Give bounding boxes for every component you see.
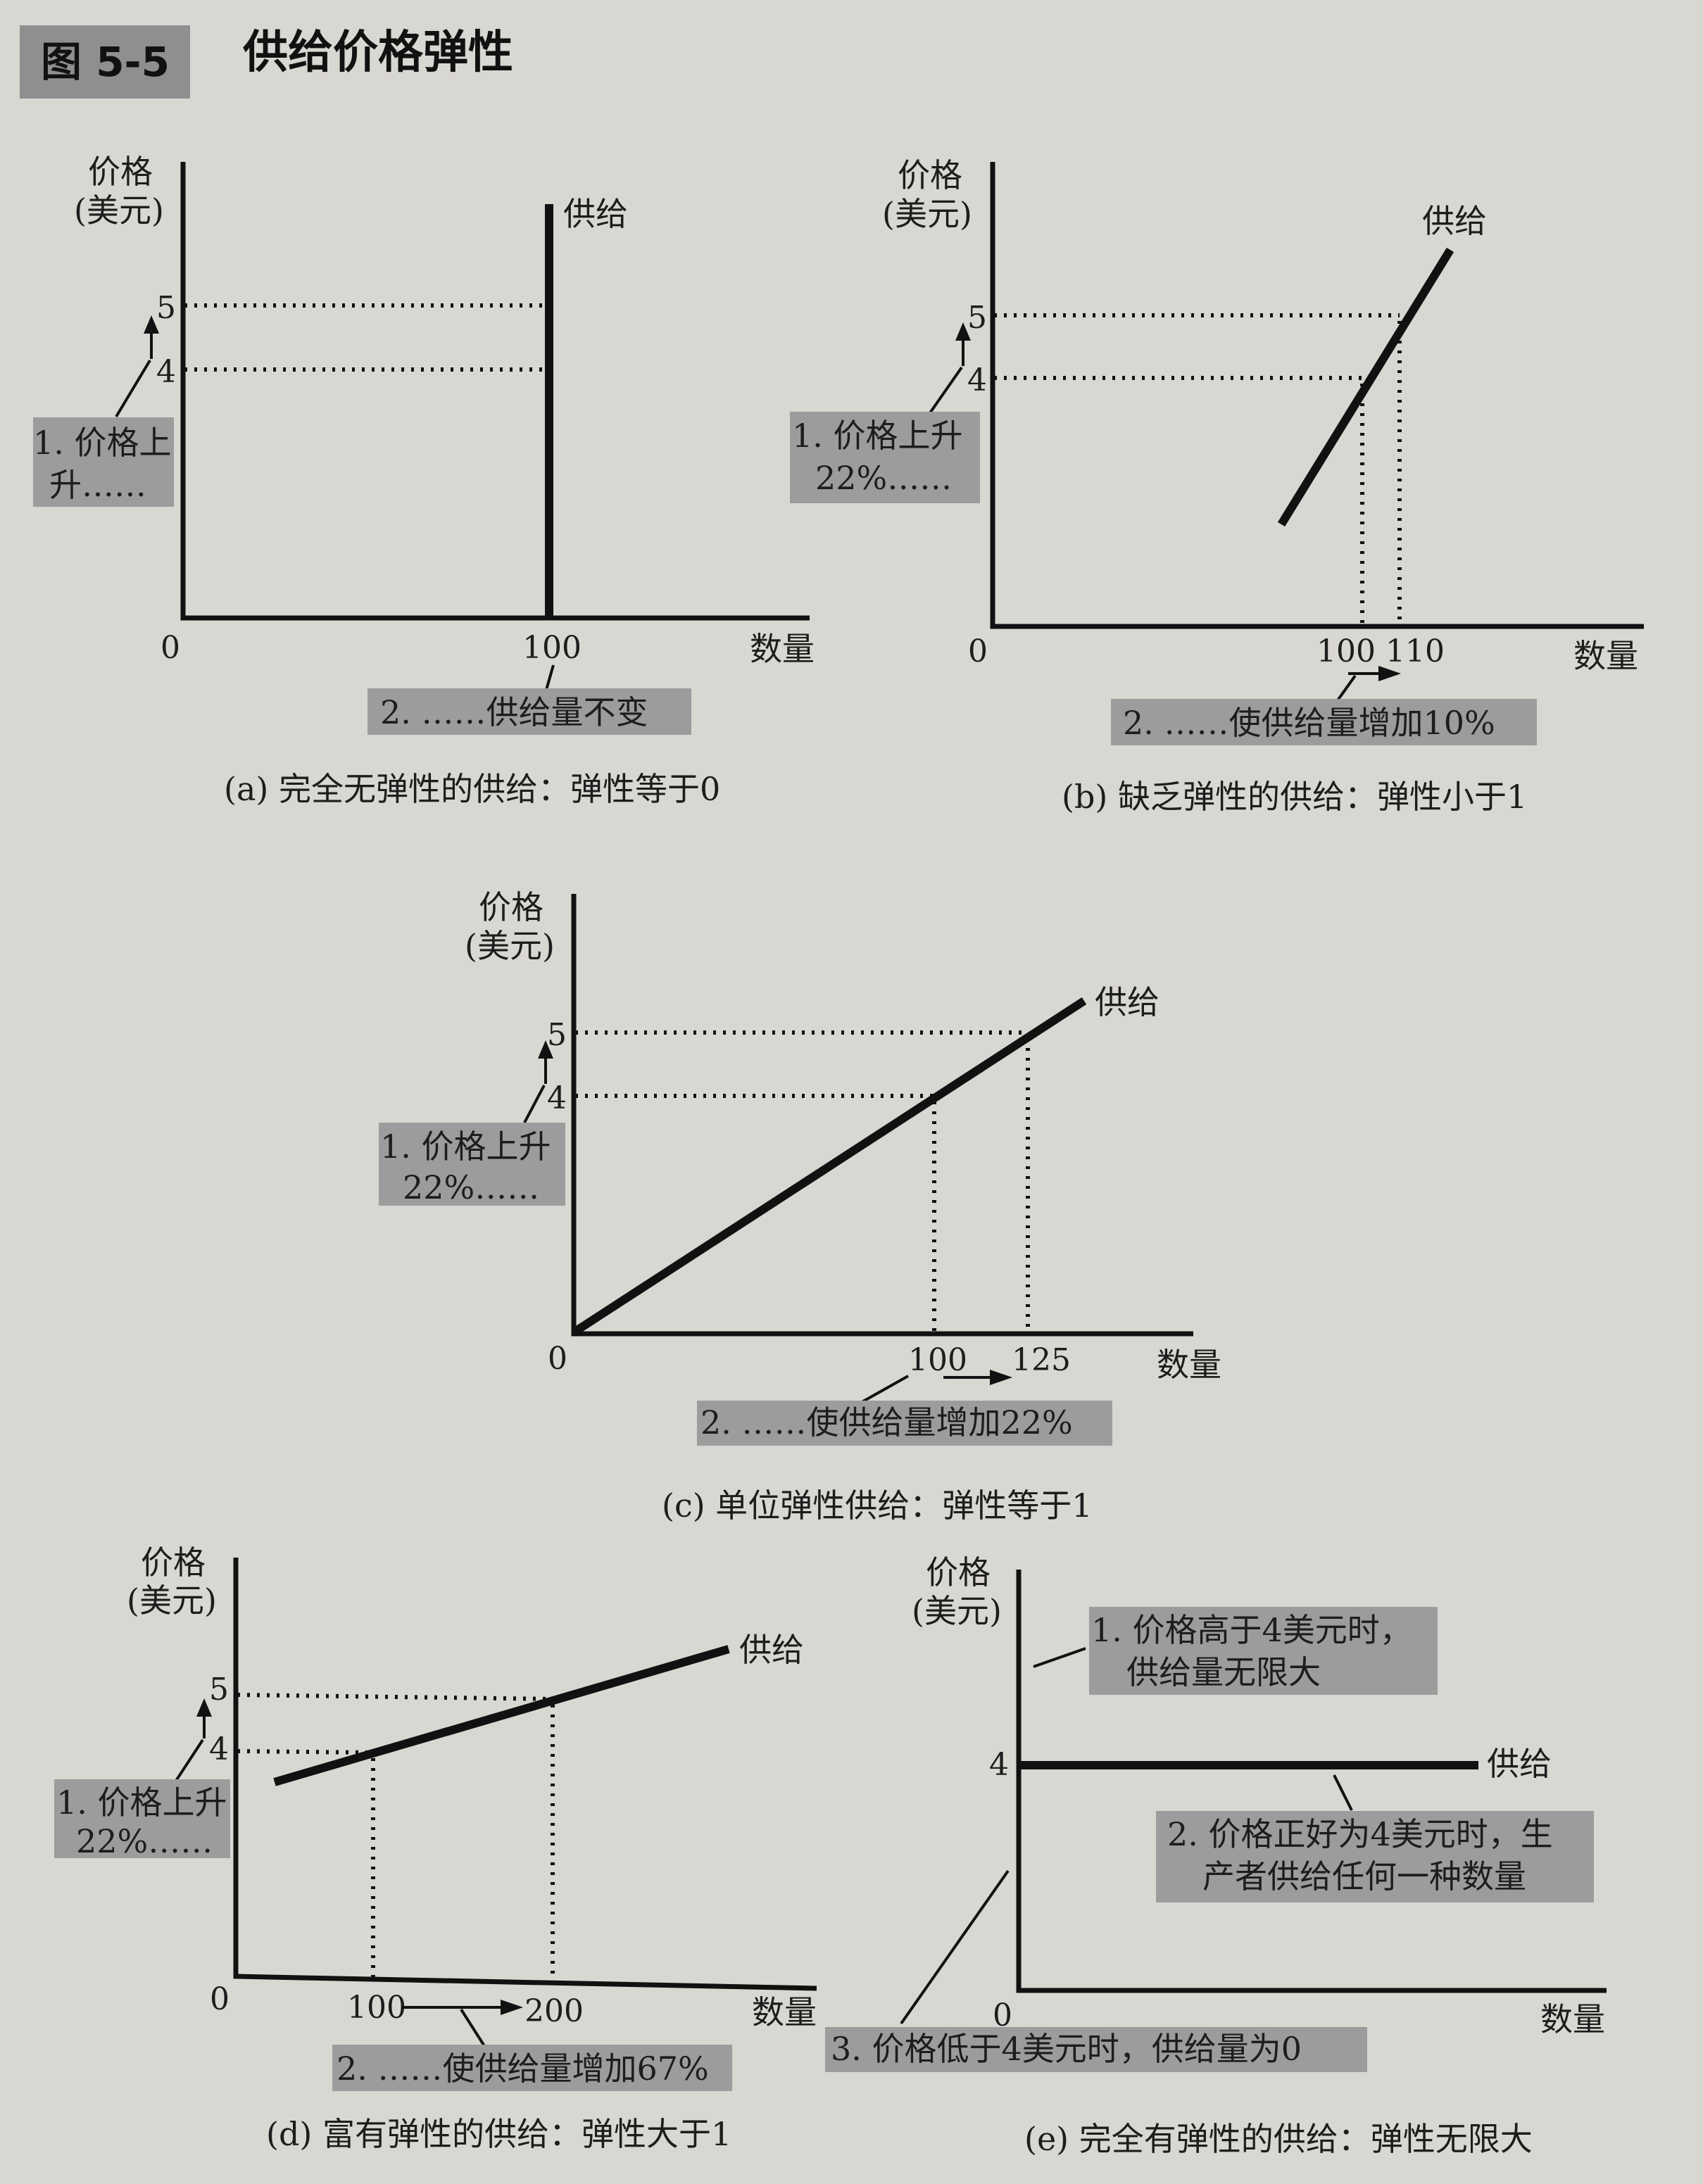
panel-b-leader-2: [1336, 674, 1357, 702]
panel-b-ytick-5: 5: [967, 300, 987, 336]
panel-a-ylabel-1: 价格: [88, 153, 153, 191]
panel-e-leader-1: [1033, 1647, 1086, 1668]
panel-e-caption: (e) 完全有弹性的供给：弹性无限大: [1024, 2120, 1533, 2158]
panel-a-curve-label: 供给: [563, 195, 628, 233]
panel-c-ytick-5: 5: [547, 1017, 567, 1053]
panel-d-xtick-100: 100: [347, 1990, 406, 2026]
panel-c-leader-1: [523, 1085, 546, 1123]
panel-e-note-1-line-2: 供给量无限大: [1126, 1653, 1321, 1691]
panel-b-caption: (b) 缺乏弹性的供给：弹性小于1: [1062, 778, 1527, 816]
panel-e-ylabel-1: 价格: [926, 1553, 991, 1591]
panel-b-xtick-110: 110: [1385, 633, 1445, 669]
panel-e-ytick-4: 4: [989, 1747, 1009, 1783]
panel-c-xtick-125: 125: [1012, 1342, 1071, 1378]
panel-c-ylabel-1: 价格: [479, 888, 543, 926]
panel-c-supply-curve: [571, 997, 1087, 1337]
panel-d-quantity-arrowhead: [501, 2000, 523, 2015]
figure-5-5: 图 5-5 供给价格弹性 价格 (美元) 供给 5 4 1. 价格上 升…… 0…: [20, 25, 1644, 2158]
panel-a-ytick-5: 5: [156, 290, 176, 326]
panel-c-curve-label: 供给: [1095, 983, 1160, 1021]
panel-a-axes: [180, 162, 810, 621]
figure-tag: 图 5-5: [41, 38, 170, 86]
panel-b-xtick-0: 0: [968, 633, 988, 669]
panel-d-leader-1: [175, 1738, 204, 1782]
panel-b-xtick-100: 100: [1316, 633, 1376, 669]
panel-a-note-2: 2. ……供给量不变: [380, 693, 648, 731]
panel-e-curve-label: 供给: [1487, 1745, 1552, 1783]
panel-c-quantity-arrowhead: [990, 1370, 1012, 1385]
panel-a-xtick-100: 100: [522, 630, 582, 666]
panel-c: 价格 (美元) 供给 5 4 1. 价格上升 22%…… 0 100 125 数…: [379, 888, 1221, 1525]
panel-e-xlabel: 数量: [1540, 2000, 1605, 2038]
panel-b-supply-curve: [1277, 247, 1454, 527]
panel-d-ylabel-2: (美元): [127, 1582, 217, 1620]
panel-e-leader-2: [1333, 1774, 1353, 1811]
panel-b: 价格 (美元) 供给 5 4 1. 价格上升 22%…… 0 100 110 数…: [790, 156, 1644, 816]
panel-d-ytick-4: 4: [209, 1731, 229, 1767]
panel-b-curve-label: 供给: [1422, 202, 1487, 240]
panel-d-guide-p5: [237, 1693, 553, 1701]
panel-c-xtick-0: 0: [548, 1341, 567, 1377]
panel-d-xtick-0: 0: [210, 1981, 230, 2017]
panel-a-leader-1: [115, 359, 151, 418]
panel-c-xlabel: 数量: [1157, 1346, 1221, 1384]
panel-d-ylabel-1: 价格: [141, 1544, 206, 1582]
panel-a-leader-2: [545, 664, 555, 690]
panel-a-xlabel: 数量: [750, 630, 815, 668]
panel-c-xtick-100: 100: [908, 1342, 967, 1378]
panel-a-caption: (a) 完全无弹性的供给：弹性等于0: [224, 770, 720, 808]
panel-d-axes: [233, 1558, 817, 1991]
panel-d-note-1-line-1: 1. 价格上升: [56, 1784, 227, 1822]
panel-b-note-2: 2. ……使供给量增加10%: [1123, 704, 1495, 742]
panel-d-note-2: 2. ……使供给量增加67%: [337, 2050, 709, 2088]
panel-b-axes: [990, 162, 1644, 629]
panel-e-note-2-line-2: 产者供给任何一种数量: [1202, 1857, 1526, 1895]
panel-d-caption: (d) 富有弹性的供给：弹性大于1: [266, 2115, 731, 2153]
panel-a-note-1-line-1: 1. 价格上: [33, 424, 172, 462]
panel-e-note-3: 3. 价格低于4美元时，供给量为0: [831, 2030, 1302, 2068]
panel-c-ylabel-2: (美元): [465, 927, 555, 965]
panel-a: 价格 (美元) 供给 5 4 1. 价格上 升…… 0 100 数量 2. ………: [33, 153, 815, 808]
panel-d-xtick-200: 200: [524, 1993, 584, 2029]
panel-a-xtick-0: 0: [161, 630, 180, 666]
panel-d-guide-p4: [237, 1749, 374, 1755]
panel-d: 价格 (美元) 供给 5 4 1. 价格上升 22%…… 0 100 200 数…: [54, 1544, 817, 2153]
panel-d-supply-curve: [273, 1645, 730, 1786]
panel-a-ylabel-2: (美元): [74, 191, 164, 229]
panel-b-note-1-line-2: 22%……: [815, 459, 952, 497]
panel-b-note-1-line-1: 1. 价格上升: [792, 417, 963, 455]
panel-a-note-1-line-2: 升……: [49, 466, 146, 504]
panel-b-ylabel-2: (美元): [882, 195, 972, 233]
panel-a-ytick-4: 4: [156, 354, 176, 390]
panel-e-ylabel-2: (美元): [912, 1592, 1002, 1630]
panel-e: 价格 (美元) 供给 4 0 数量 1. 价格高于4美元时， 供给量无限大 2.…: [825, 1553, 1607, 2158]
figure-title: 供给价格弹性: [243, 27, 513, 79]
panel-e-note-2-line-1: 2. 价格正好为4美元时，生: [1167, 1815, 1553, 1853]
panel-d-curve-label: 供给: [739, 1631, 804, 1669]
panel-b-leader-1: [928, 366, 963, 415]
panel-b-ytick-4: 4: [967, 362, 987, 398]
panel-b-xlabel: 数量: [1573, 637, 1638, 675]
panel-c-caption: (c) 单位弹性供给：弹性等于1: [662, 1486, 1093, 1525]
panel-c-note-2: 2. ……使供给量增加22%: [700, 1403, 1073, 1441]
panel-b-ylabel-1: 价格: [898, 156, 962, 194]
panel-d-ytick-5: 5: [209, 1672, 229, 1708]
panel-e-note-1-line-1: 1. 价格高于4美元时，: [1091, 1611, 1412, 1649]
panel-d-note-1-line-2: 22%……: [76, 1822, 213, 1860]
panel-c-note-1-line-2: 22%……: [403, 1168, 539, 1206]
panel-c-ytick-4: 4: [547, 1080, 567, 1116]
panel-d-leader-2: [460, 2008, 487, 2050]
panel-d-xlabel: 数量: [752, 1993, 817, 2031]
panel-c-note-1-line-1: 1. 价格上升: [380, 1128, 551, 1166]
